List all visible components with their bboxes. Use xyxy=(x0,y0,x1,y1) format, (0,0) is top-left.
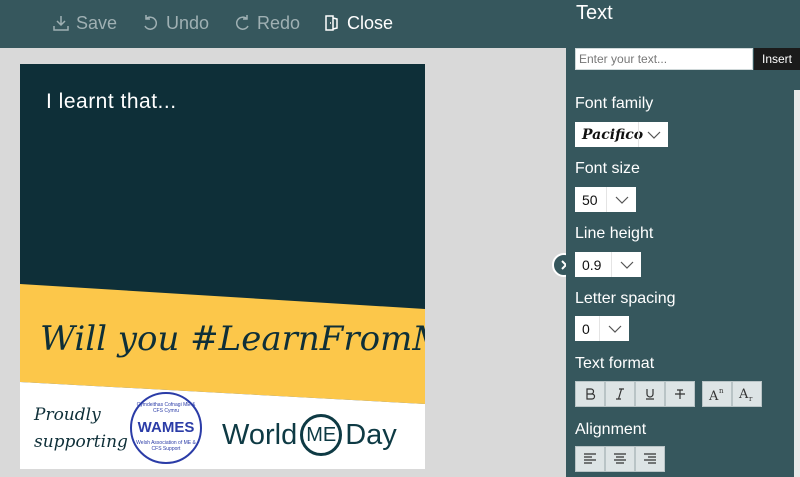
chevron-down-icon xyxy=(606,187,636,212)
underline-button[interactable] xyxy=(635,381,665,407)
insert-button[interactable]: Insert xyxy=(754,48,800,70)
undo-button[interactable]: Undo xyxy=(142,10,209,36)
align-center-button[interactable] xyxy=(605,446,635,472)
wmd-me: ME xyxy=(300,414,343,456)
chevron-down-icon xyxy=(638,122,668,147)
svg-text:A: A xyxy=(738,387,749,402)
align-left-icon xyxy=(584,453,596,464)
letter-spacing-value: 0 xyxy=(582,320,590,337)
bold-button[interactable] xyxy=(575,381,605,407)
chevron-down-icon xyxy=(599,316,629,341)
close-label: Close xyxy=(347,12,394,33)
italic-button[interactable] xyxy=(605,381,635,407)
svg-text:r: r xyxy=(749,395,753,402)
redo-label: Redo xyxy=(257,12,301,33)
letter-spacing-select[interactable]: 0 xyxy=(575,316,629,341)
redo-button[interactable]: Redo xyxy=(233,10,300,36)
save-label: Save xyxy=(76,12,118,33)
bold-icon xyxy=(586,388,596,400)
font-family-value: Pacifico xyxy=(582,126,644,143)
font-family-label: Font family xyxy=(575,95,654,112)
underline-icon xyxy=(646,389,654,400)
alignment-group xyxy=(575,446,665,472)
panel-scrollbar[interactable] xyxy=(794,90,800,477)
font-size-label: Font size xyxy=(575,160,640,177)
world-me-day-logo: World ME Day xyxy=(222,414,397,456)
save-button[interactable]: Save xyxy=(52,10,117,36)
font-size-select[interactable]: 50 xyxy=(575,187,636,212)
panel-title: Text xyxy=(576,2,613,24)
text-input[interactable] xyxy=(575,48,753,70)
text-format-label: Text format xyxy=(575,355,655,372)
intro-text[interactable]: I learnt that... xyxy=(46,90,177,114)
line-height-select[interactable]: 0.9 xyxy=(575,252,641,277)
close-button[interactable]: Close xyxy=(323,10,393,36)
proudly-supporting-text: Proudly supporting xyxy=(34,402,128,456)
headline-text[interactable]: Will you #LearnFromME? xyxy=(40,319,425,359)
undo-icon xyxy=(144,15,158,30)
wames-name: WAMES xyxy=(137,419,195,436)
proudly-line2: supporting xyxy=(34,432,128,452)
alignment-label: Alignment xyxy=(575,421,647,438)
wames-bottom-text: Welsh Association of ME & CFS Support xyxy=(136,440,196,452)
superscript-button[interactable]: An xyxy=(702,381,732,407)
text-panel: Text Insert Font family Pacifico Font si… xyxy=(566,0,800,477)
align-left-button[interactable] xyxy=(575,446,605,472)
font-family-select[interactable]: Pacifico xyxy=(575,122,668,147)
proudly-line1: Proudly xyxy=(34,405,101,425)
redo-icon xyxy=(235,15,249,30)
canvas-area: I learnt that... Will you #LearnFromME? … xyxy=(0,48,566,477)
undo-label: Undo xyxy=(166,12,210,33)
subscript-icon: Ar xyxy=(738,387,753,402)
strikethrough-button[interactable] xyxy=(665,381,695,407)
line-height-label: Line height xyxy=(575,225,654,242)
text-format-group xyxy=(575,381,695,407)
align-center-icon xyxy=(614,453,626,464)
svg-text:n: n xyxy=(719,387,724,395)
wames-top-text: Cymdeithas Cofnagi ME & CFS Cymru xyxy=(136,402,196,414)
superscript-icon: An xyxy=(708,387,724,402)
align-right-button[interactable] xyxy=(635,446,665,472)
font-size-value: 50 xyxy=(582,191,598,208)
subscript-button[interactable]: Ar xyxy=(732,381,762,407)
wmd-day: Day xyxy=(345,418,397,451)
strikethrough-icon xyxy=(675,389,685,399)
line-height-value: 0.9 xyxy=(582,256,602,273)
wmd-world: World xyxy=(222,418,298,451)
door-exit-icon xyxy=(325,15,338,31)
letter-spacing-label: Letter spacing xyxy=(575,290,676,307)
chevron-down-icon xyxy=(611,252,641,277)
design-card[interactable]: I learnt that... Will you #LearnFromME? … xyxy=(20,64,425,469)
svg-text:A: A xyxy=(708,389,719,402)
wames-logo: Cymdeithas Cofnagi ME & CFS Cymru WAMES … xyxy=(130,392,202,464)
align-right-icon xyxy=(644,453,656,464)
top-toolbar: Save Undo Redo Close xyxy=(0,0,566,48)
download-icon xyxy=(53,16,69,31)
script-format-group: An Ar xyxy=(702,381,762,407)
italic-icon xyxy=(616,388,624,400)
